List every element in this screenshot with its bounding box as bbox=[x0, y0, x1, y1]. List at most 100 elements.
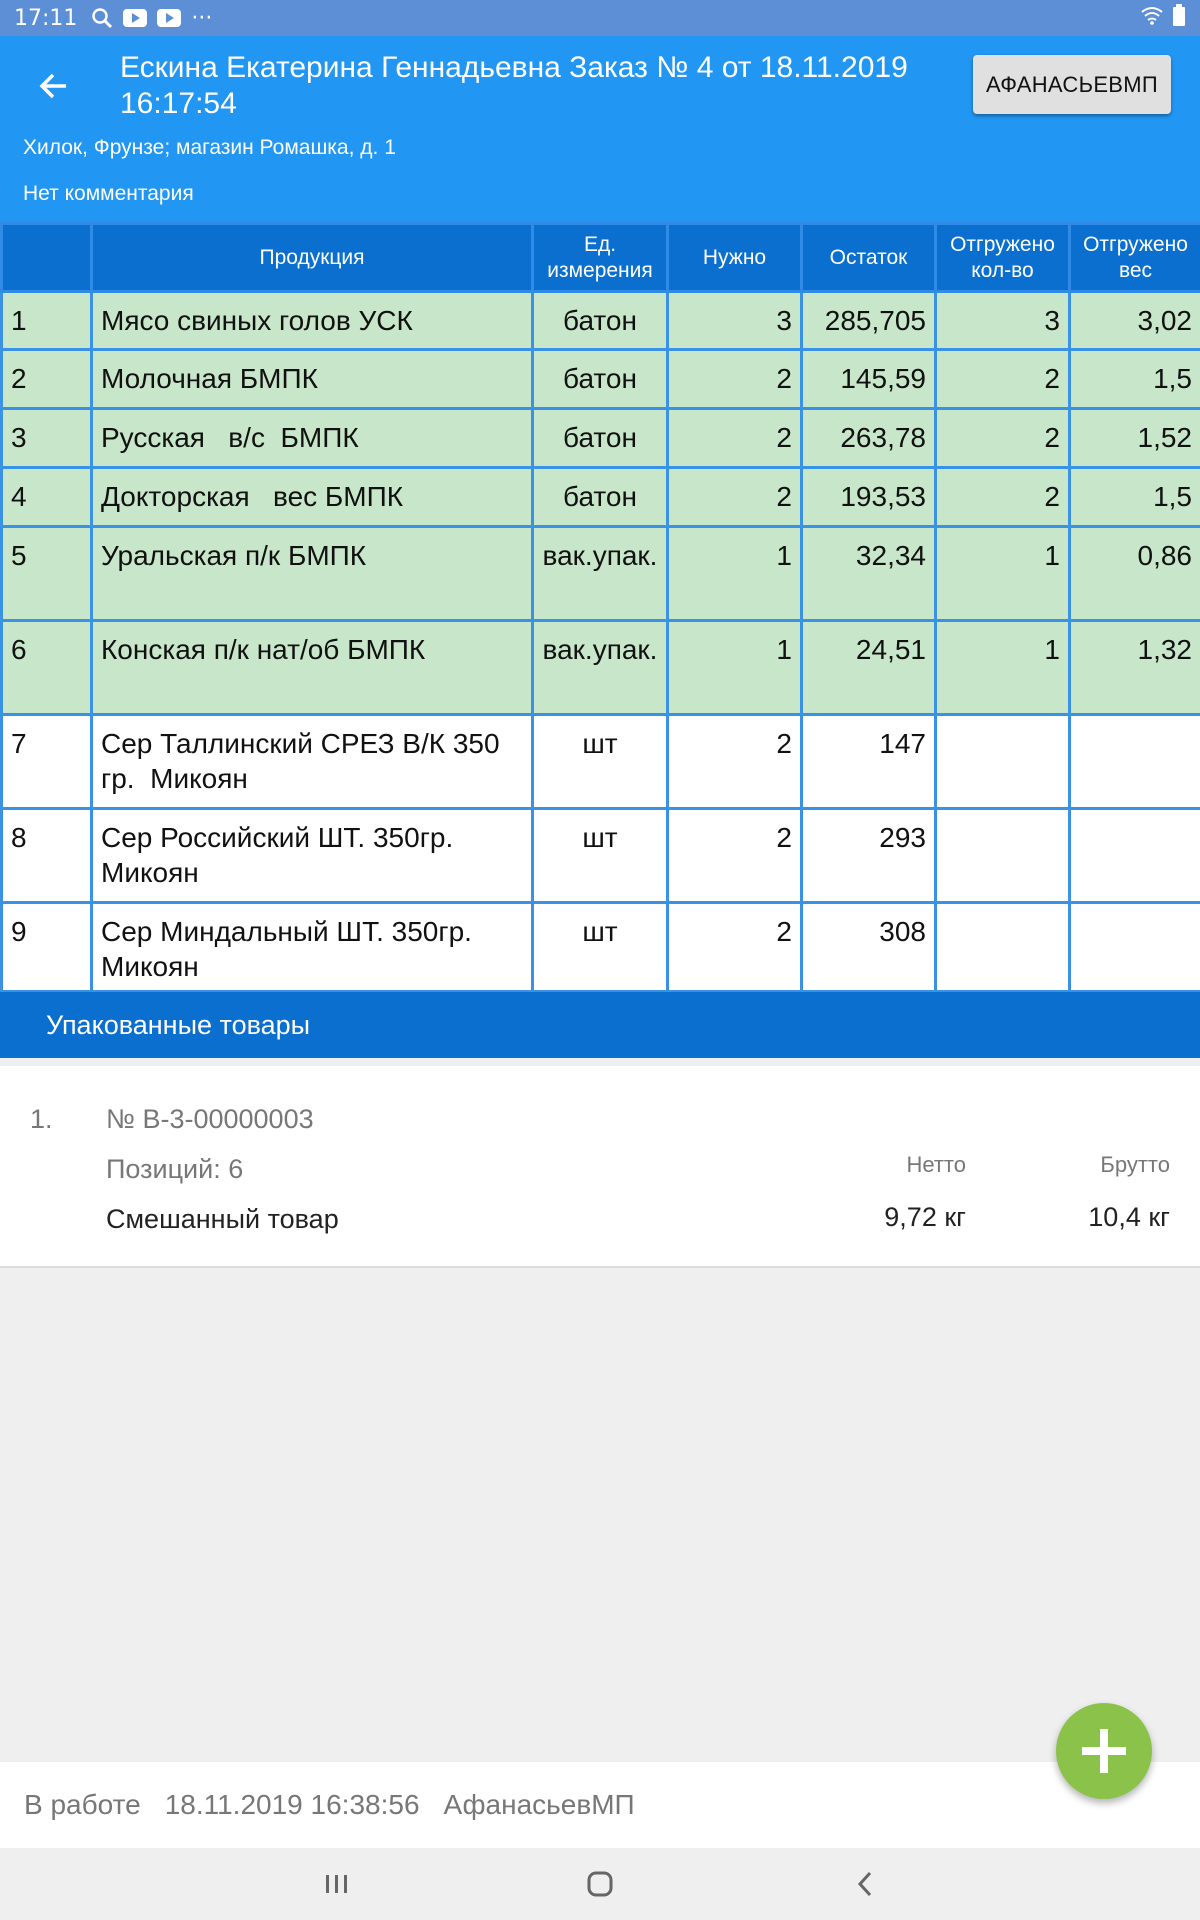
app-bar: Ескина Екатерина Геннадьевна Заказ № 4 о… bbox=[0, 36, 1200, 222]
product-name: Докторская вес БМПК bbox=[90, 466, 534, 528]
system-nav-bar bbox=[0, 1848, 1200, 1920]
more-icon: ··· bbox=[191, 5, 213, 31]
status-time: 17:11 bbox=[14, 5, 78, 31]
product-name: Уральская п/к БМПК bbox=[90, 525, 534, 622]
stock-qty: 24,51 bbox=[800, 619, 937, 716]
stock-qty: 293 bbox=[800, 807, 937, 904]
shipped-qty: 2 bbox=[934, 466, 1071, 528]
table-row[interactable]: 3 Русская в/с БМПК батон 2 263,78 2 1,52 bbox=[0, 407, 1200, 469]
system-back-button[interactable] bbox=[843, 1862, 887, 1906]
column-header-number bbox=[0, 222, 93, 293]
shipped-qty: 2 bbox=[934, 407, 1071, 469]
order-table: Продукция Ед. измерения Нужно Остаток От… bbox=[0, 222, 1200, 993]
shipped-weight: 0,86 bbox=[1068, 525, 1200, 622]
status-footer: В работе 18.11.2019 16:38:56 АфанасьевМП bbox=[0, 1762, 1200, 1848]
search-icon bbox=[91, 7, 113, 29]
plus-icon bbox=[1082, 1729, 1126, 1773]
row-number: 8 bbox=[0, 807, 93, 904]
status-datetime: 18.11.2019 16:38:56 bbox=[164, 1789, 420, 1820]
recent-apps-button[interactable] bbox=[315, 1862, 359, 1906]
table-row[interactable]: 6 Конская п/к нат/об БМПК вак.упак. 1 24… bbox=[0, 619, 1200, 716]
status-bar: 17:11 ··· bbox=[0, 0, 1200, 36]
comment-text: Нет комментария bbox=[23, 182, 194, 205]
home-button[interactable] bbox=[578, 1862, 622, 1906]
packed-section-header: Упакованные товары bbox=[0, 992, 1200, 1058]
youtube-icon bbox=[157, 9, 182, 27]
unit: батон bbox=[531, 466, 669, 528]
need-qty: 2 bbox=[666, 348, 803, 410]
row-number: 2 bbox=[0, 348, 93, 410]
need-qty: 2 bbox=[666, 807, 803, 904]
youtube-icon bbox=[123, 9, 148, 27]
table-row[interactable]: 8 Сер Российский ШТ. 350гр. Микоян шт 2 … bbox=[0, 807, 1200, 904]
need-qty: 2 bbox=[666, 407, 803, 469]
product-name: Конская п/к нат/об БМПК bbox=[90, 619, 534, 716]
add-button[interactable] bbox=[1056, 1703, 1152, 1799]
column-header-shipped-qty: Отгружено кол-во bbox=[934, 222, 1071, 293]
unit: шт bbox=[531, 807, 669, 904]
row-number: 6 bbox=[0, 619, 93, 716]
column-header-need: Нужно bbox=[666, 222, 803, 293]
table-row[interactable]: 2 Молочная БМПК батон 2 145,59 2 1,5 bbox=[0, 348, 1200, 410]
shipped-qty bbox=[934, 713, 1071, 810]
chevron-left-icon bbox=[857, 1871, 872, 1897]
status-text: В работе bbox=[24, 1789, 141, 1820]
packed-item-index: 1. bbox=[30, 1104, 53, 1134]
stock-qty: 32,34 bbox=[800, 525, 937, 622]
table-row[interactable]: 1 Мясо свиных голов УСК батон 3 285,705 … bbox=[0, 290, 1200, 351]
back-button[interactable] bbox=[32, 64, 76, 108]
column-header-shipped-weight: Отгружено вес bbox=[1068, 222, 1200, 293]
address-text: Хилок, Фрунзе; магазин Ромашка, д. 1 bbox=[23, 136, 396, 159]
shipped-weight bbox=[1068, 713, 1200, 810]
wifi-icon bbox=[1140, 5, 1164, 31]
unit: батон bbox=[531, 290, 669, 351]
column-header-stock: Остаток bbox=[800, 222, 937, 293]
shipped-weight: 1,5 bbox=[1068, 466, 1200, 528]
need-qty: 1 bbox=[666, 525, 803, 622]
need-qty: 3 bbox=[666, 290, 803, 351]
shipped-weight bbox=[1068, 901, 1200, 993]
unit: вак.упак. bbox=[531, 619, 669, 716]
shipped-qty: 2 bbox=[934, 348, 1071, 410]
packed-item-number: № В-3-00000003 bbox=[106, 1104, 314, 1134]
user-button[interactable]: АФАНАСЬЕВМП bbox=[973, 55, 1171, 114]
table-row[interactable]: 7 Сер Таллинский СРЕЗ В/К 350 гр. Микоян… bbox=[0, 713, 1200, 810]
packed-item-card[interactable]: 1. № В-3-00000003 Позиций: 6 Смешанный т… bbox=[0, 1066, 1200, 1268]
battery-icon bbox=[1172, 4, 1186, 32]
shipped-qty bbox=[934, 901, 1071, 993]
product-name: Мясо свиных голов УСК bbox=[90, 290, 534, 351]
row-number: 5 bbox=[0, 525, 93, 622]
recent-apps-icon bbox=[326, 1875, 347, 1893]
brutto-value: 10,4 кг bbox=[1088, 1202, 1170, 1232]
status-user: АфанасьевМП bbox=[443, 1789, 635, 1820]
netto-label: Нетто bbox=[906, 1152, 966, 1177]
unit: шт bbox=[531, 901, 669, 993]
shipped-weight: 1,5 bbox=[1068, 348, 1200, 410]
shipped-weight: 1,32 bbox=[1068, 619, 1200, 716]
table-row[interactable]: 5 Уральская п/к БМПК вак.упак. 1 32,34 1… bbox=[0, 525, 1200, 622]
product-name: Сер Российский ШТ. 350гр. Микоян bbox=[90, 807, 534, 904]
netto-value: 9,72 кг bbox=[884, 1202, 966, 1232]
table-header-row: Продукция Ед. измерения Нужно Остаток От… bbox=[0, 222, 1200, 293]
stock-qty: 263,78 bbox=[800, 407, 937, 469]
unit: вак.упак. bbox=[531, 525, 669, 622]
shipped-qty: 1 bbox=[934, 525, 1071, 622]
arrow-back-icon bbox=[39, 73, 66, 99]
product-name: Русская в/с БМПК bbox=[90, 407, 534, 469]
table-row[interactable]: 9 Сер Миндальный ШТ. 350гр. Микоян шт 2 … bbox=[0, 901, 1200, 993]
stock-qty: 193,53 bbox=[800, 466, 937, 528]
row-number: 4 bbox=[0, 466, 93, 528]
product-name: Молочная БМПК bbox=[90, 348, 534, 410]
unit: батон bbox=[531, 407, 669, 469]
column-header-unit: Ед. измерения bbox=[531, 222, 669, 293]
unit: шт bbox=[531, 713, 669, 810]
shipped-weight bbox=[1068, 807, 1200, 904]
packed-item-type: Смешанный товар bbox=[106, 1204, 339, 1234]
page-title: Ескина Екатерина Геннадьевна Заказ № 4 о… bbox=[120, 51, 908, 120]
shipped-qty bbox=[934, 807, 1071, 904]
need-qty: 2 bbox=[666, 713, 803, 810]
table-row[interactable]: 4 Докторская вес БМПК батон 2 193,53 2 1… bbox=[0, 466, 1200, 528]
shipped-weight: 1,52 bbox=[1068, 407, 1200, 469]
stock-qty: 147 bbox=[800, 713, 937, 810]
product-name: Сер Таллинский СРЕЗ В/К 350 гр. Микоян bbox=[90, 713, 534, 810]
